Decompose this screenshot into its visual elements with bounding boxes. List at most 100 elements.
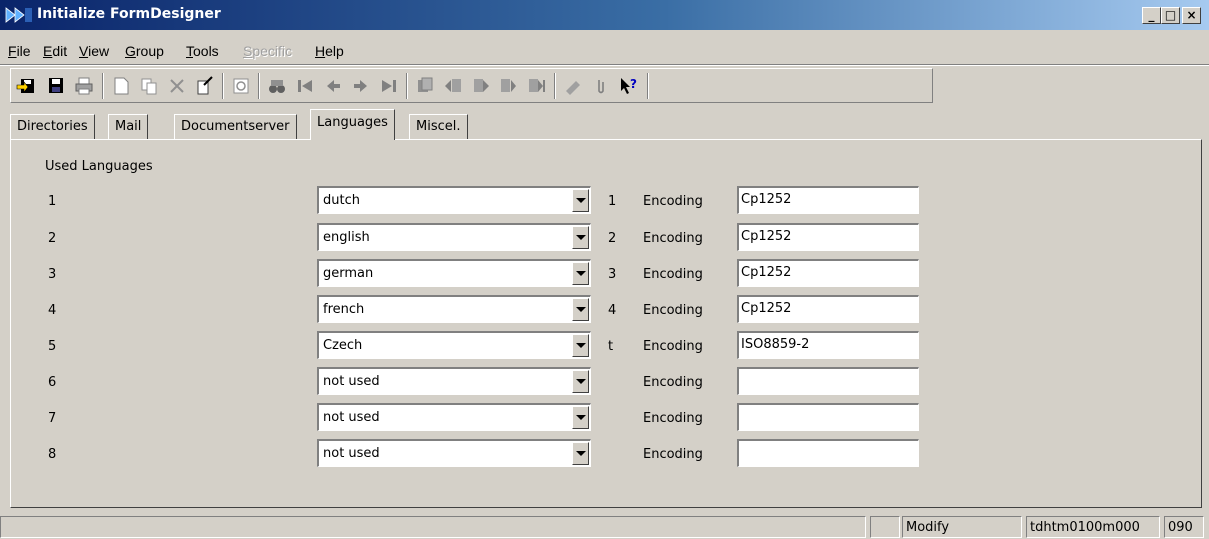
language-select[interactable]: dutch bbox=[317, 186, 591, 214]
chevron-down-icon[interactable] bbox=[572, 370, 589, 393]
title-bar[interactable]: Initialize FormDesigner _ □ × bbox=[0, 0, 1209, 30]
maximize-button[interactable]: □ bbox=[1161, 7, 1180, 24]
chevron-down-icon[interactable] bbox=[572, 334, 589, 357]
chevron-down-icon[interactable] bbox=[572, 442, 589, 465]
encoding-label: Encoding bbox=[643, 231, 703, 246]
language-select[interactable]: not used bbox=[317, 439, 591, 467]
encoding-label: Encoding bbox=[643, 411, 703, 426]
close-icon: × bbox=[1186, 8, 1197, 22]
menu-group[interactable]: Group bbox=[125, 43, 164, 59]
language-code: 3 bbox=[608, 267, 617, 282]
attachment-icon[interactable] bbox=[589, 75, 613, 97]
language-value: not used bbox=[323, 410, 380, 425]
group-next-icon[interactable] bbox=[469, 75, 493, 97]
tab-mail[interactable]: Mail bbox=[108, 114, 149, 139]
close-button[interactable]: × bbox=[1182, 7, 1201, 24]
encoding-label: Encoding bbox=[643, 375, 703, 390]
previous-record-icon[interactable] bbox=[321, 75, 345, 97]
menu-tools[interactable]: Tools bbox=[186, 43, 219, 59]
status-indicator bbox=[870, 516, 900, 538]
toolbar-separator bbox=[222, 73, 224, 99]
encoding-field[interactable] bbox=[737, 403, 919, 431]
language-index: 6 bbox=[48, 375, 57, 390]
encoding-label: Encoding bbox=[643, 447, 703, 462]
minimize-button[interactable]: _ bbox=[1142, 7, 1161, 24]
language-select[interactable]: Czech bbox=[317, 331, 591, 359]
encoding-field[interactable]: Cp1252 bbox=[737, 223, 919, 251]
status-message bbox=[0, 516, 866, 538]
first-record-icon[interactable] bbox=[293, 75, 317, 97]
save-icon[interactable] bbox=[44, 75, 68, 97]
refresh-icon[interactable] bbox=[229, 75, 253, 97]
chevron-down-icon[interactable] bbox=[572, 406, 589, 429]
minimize-icon: _ bbox=[1148, 8, 1155, 22]
last-record-icon[interactable] bbox=[377, 75, 401, 97]
language-code: t bbox=[608, 339, 614, 354]
chevron-down-icon[interactable] bbox=[572, 189, 589, 212]
group-end-icon[interactable] bbox=[525, 75, 549, 97]
menu-edit[interactable]: Edit bbox=[43, 43, 67, 59]
svg-text:?: ? bbox=[630, 77, 637, 91]
language-select[interactable]: not used bbox=[317, 403, 591, 431]
delete-icon[interactable] bbox=[165, 75, 189, 97]
language-value: french bbox=[323, 302, 365, 317]
encoding-field[interactable]: Cp1252 bbox=[737, 186, 919, 214]
toolbar-separator bbox=[406, 73, 408, 99]
help-pointer-icon[interactable]: ? bbox=[617, 75, 641, 97]
menu-help[interactable]: Help bbox=[315, 43, 344, 59]
section-title: Used Languages bbox=[45, 159, 153, 174]
status-bar: Modify tdhtm0100m000 090 bbox=[0, 512, 1209, 539]
languages-panel: Used Languages 1 dutch 1 Encoding Cp1252… bbox=[10, 139, 1202, 508]
language-value: not used bbox=[323, 446, 380, 461]
chevron-down-icon[interactable] bbox=[572, 262, 589, 285]
exit-icon[interactable] bbox=[15, 75, 39, 97]
group-first-icon[interactable] bbox=[413, 75, 437, 97]
group-previous-icon[interactable] bbox=[441, 75, 465, 97]
window-title: Initialize FormDesigner bbox=[37, 6, 221, 22]
encoding-field[interactable]: ISO8859-2 bbox=[737, 331, 919, 359]
menu-view[interactable]: View bbox=[79, 43, 109, 59]
language-index: 8 bbox=[48, 447, 57, 462]
bookmark-icon[interactable] bbox=[561, 75, 585, 97]
language-select[interactable]: german bbox=[317, 259, 591, 287]
tab-languages[interactable]: Languages bbox=[310, 109, 395, 140]
toolbar-separator bbox=[258, 73, 260, 99]
group-last-icon[interactable] bbox=[497, 75, 521, 97]
status-company: 090 bbox=[1164, 516, 1204, 538]
language-value: german bbox=[323, 266, 374, 281]
encoding-field[interactable]: Cp1252 bbox=[737, 295, 919, 323]
encoding-field[interactable] bbox=[737, 439, 919, 467]
language-select[interactable]: french bbox=[317, 295, 591, 323]
edit-icon[interactable] bbox=[193, 75, 217, 97]
encoding-field[interactable] bbox=[737, 367, 919, 395]
app-icon bbox=[5, 7, 32, 23]
menu-specific[interactable]: Specific bbox=[243, 43, 292, 59]
chevron-down-icon[interactable] bbox=[572, 226, 589, 249]
language-index: 5 bbox=[48, 339, 57, 354]
copy-icon[interactable] bbox=[137, 75, 161, 97]
tab-documentserver[interactable]: Documentserver bbox=[174, 114, 297, 139]
menu-file[interactable]: File bbox=[8, 43, 31, 59]
language-select[interactable]: english bbox=[317, 223, 591, 251]
encoding-label: Encoding bbox=[643, 339, 703, 354]
next-record-icon[interactable] bbox=[349, 75, 373, 97]
encoding-label: Encoding bbox=[643, 303, 703, 318]
language-index: 7 bbox=[48, 411, 57, 426]
language-select[interactable]: not used bbox=[317, 367, 591, 395]
tab-directories[interactable]: Directories bbox=[10, 114, 95, 139]
status-mode: Modify bbox=[902, 516, 1022, 538]
toolbar-separator bbox=[554, 73, 556, 99]
language-index: 2 bbox=[48, 231, 57, 246]
chevron-down-icon[interactable] bbox=[572, 298, 589, 321]
tab-container: Directories Mail Documentserver Language… bbox=[10, 108, 1202, 508]
language-index: 3 bbox=[48, 267, 57, 282]
new-document-icon[interactable] bbox=[109, 75, 133, 97]
encoding-label: Encoding bbox=[643, 194, 703, 209]
language-value: Czech bbox=[323, 338, 363, 353]
tab-miscel[interactable]: Miscel. bbox=[409, 114, 468, 139]
print-icon[interactable] bbox=[72, 75, 96, 97]
find-icon[interactable] bbox=[265, 75, 289, 97]
language-code: 4 bbox=[608, 303, 617, 318]
encoding-field[interactable]: Cp1252 bbox=[737, 259, 919, 287]
language-index: 4 bbox=[48, 303, 57, 318]
